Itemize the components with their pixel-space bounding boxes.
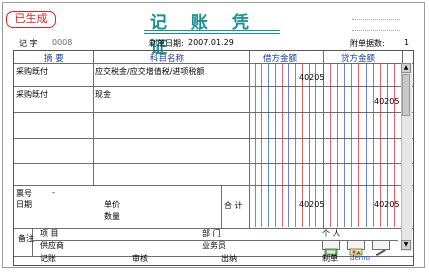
salesperson-label: 业务员 — [202, 241, 226, 250]
amount-digit-rule — [295, 63, 297, 227]
status-stamp: 已生成 — [6, 11, 56, 28]
prepared-by-label: 制单 — [322, 254, 338, 263]
unit-price-label: 单价 — [104, 200, 120, 209]
entry-account[interactable]: 应交税金/应交增值税/进项税额 — [95, 66, 204, 77]
total-credit: 40205 — [374, 200, 400, 209]
quantity-label: 数量 — [104, 212, 120, 221]
entry-credit[interactable]: 40205 — [374, 97, 399, 106]
footer-date-label: 日期 — [16, 200, 32, 209]
individual-label: 个 人 — [322, 229, 341, 238]
ticket-no-value[interactable]: - — [52, 188, 55, 197]
title-underline — [144, 30, 280, 31]
amount-digit-rule — [330, 63, 332, 227]
date-label: 制单日期: — [149, 39, 184, 48]
amount-digit-rule — [268, 63, 270, 227]
column-header-summary: 摘 要 — [44, 54, 64, 64]
amount-digit-rule — [358, 63, 360, 227]
voucher-number[interactable]: 0008 — [52, 38, 72, 47]
amount-digit-rule — [254, 63, 256, 227]
column-header-account: 科目名称 — [150, 54, 185, 64]
amount-digit-rule — [288, 63, 290, 227]
column-header-credit: 贷方金额 — [341, 54, 376, 64]
attachments-label: 附单据数: — [350, 39, 385, 48]
amount-digit-rule — [274, 63, 276, 227]
attachments-value[interactable]: 1 — [404, 38, 409, 47]
column-header-debit: 借方金额 — [263, 54, 298, 64]
bookkeeping-label: 记账 — [40, 254, 56, 263]
amount-digit-rule — [281, 63, 283, 227]
title-underline — [144, 33, 280, 34]
department-label: 部 门 — [202, 229, 221, 238]
amount-digit-rule — [351, 63, 353, 227]
entry-debit[interactable]: 40205 — [299, 73, 324, 82]
entry-account[interactable]: 现金 — [95, 89, 111, 100]
scrollbar-thumb[interactable] — [402, 74, 410, 116]
cashier-label: 出纳 — [221, 254, 237, 263]
attachment-icon[interactable] — [322, 240, 340, 256]
amount-digit-rule — [261, 63, 263, 227]
total-label: 合 计 — [224, 201, 243, 210]
ticket-no-label: 票号 — [16, 189, 32, 198]
dotted-line — [352, 19, 400, 20]
entry-summary[interactable]: 采购既付 — [16, 66, 48, 77]
project-label: 项 目 — [40, 229, 59, 238]
dotted-line — [352, 30, 400, 31]
scroll-up-icon[interactable]: ▲ — [401, 63, 411, 73]
scroll-down-icon[interactable]: ▼ — [401, 240, 411, 250]
amount-digit-rule — [365, 63, 367, 227]
edit-icon[interactable] — [372, 240, 390, 256]
entry-summary[interactable]: 采购既付 — [16, 89, 48, 100]
supplier-label: 供应商 — [40, 241, 64, 250]
amount-digit-rule — [337, 63, 339, 227]
amount-digit-rule — [344, 63, 346, 227]
total-debit: 40205 — [299, 200, 325, 209]
remarks-label: 备注 — [18, 234, 34, 243]
review-label: 审核 — [132, 254, 148, 263]
date-value[interactable]: 2007.01.29 — [188, 38, 234, 47]
prepared-by-value: demo — [350, 254, 370, 262]
voucher-word-label: 记 字 — [19, 39, 38, 48]
picture-icon[interactable] — [347, 240, 365, 256]
